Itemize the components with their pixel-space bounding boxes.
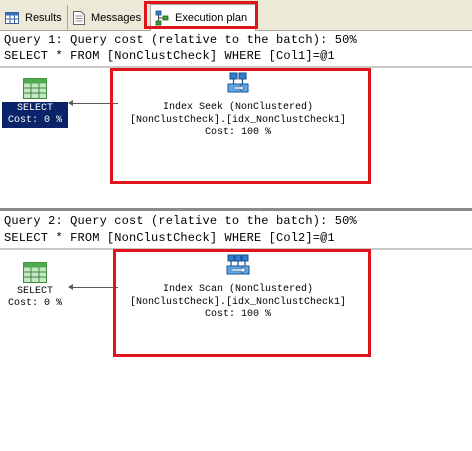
query-1-index-seek-node[interactable]: Index Seek (NonClustered) [NonClustCheck… bbox=[108, 72, 368, 140]
tab-results-label: Results bbox=[25, 11, 62, 24]
query-1-cost-line: Query 1: Query cost (relative to the bat… bbox=[4, 33, 357, 47]
select-operator-icon bbox=[0, 262, 70, 283]
query-2-select-label: SELECT bbox=[16, 286, 53, 297]
query-2-operator-cost: Cost: 100 % bbox=[204, 309, 271, 320]
execution-plan-icon bbox=[155, 10, 169, 26]
query-1-select-node[interactable]: SELECT Cost: 0 % bbox=[0, 78, 70, 128]
index-seek-icon bbox=[108, 72, 368, 94]
query-1-operator-name: Index Seek (NonClustered) bbox=[162, 102, 314, 113]
results-tab-bar: Results Messages Execution plan bbox=[0, 0, 472, 31]
query-1-header-divider bbox=[0, 66, 472, 68]
select-operator-icon bbox=[0, 78, 70, 99]
query-2-select-cost: Cost: 0 % bbox=[7, 298, 62, 309]
tab-execution-plan[interactable]: Execution plan bbox=[150, 4, 256, 31]
tab-messages-label: Messages bbox=[91, 11, 142, 24]
query-1-sql-line: SELECT * FROM [NonClustCheck] WHERE [Col… bbox=[4, 49, 335, 63]
tab-results[interactable]: Results bbox=[0, 5, 68, 30]
grid-icon bbox=[5, 11, 19, 24]
tab-execution-plan-label: Execution plan bbox=[175, 12, 248, 24]
query-pane-splitter[interactable] bbox=[0, 208, 472, 211]
query-2-select-node[interactable]: SELECT Cost: 0 % bbox=[0, 262, 70, 310]
query-2-operator-object: [NonClustCheck].[idx_NonClustCheck1] bbox=[129, 296, 347, 308]
query-2-header-divider bbox=[0, 248, 472, 250]
tab-messages[interactable]: Messages bbox=[68, 5, 144, 30]
messages-icon bbox=[73, 10, 85, 25]
query-2-sql-line: SELECT * FROM [NonClustCheck] WHERE [Col… bbox=[4, 231, 335, 245]
query-1-operator-object: [NonClustCheck].[idx_NonClustCheck1] bbox=[129, 114, 347, 126]
query-2-cost-line: Query 2: Query cost (relative to the bat… bbox=[4, 214, 357, 228]
query-1-operator-cost: Cost: 100 % bbox=[204, 127, 271, 138]
query-2-index-scan-node[interactable]: Index Scan (NonClustered) [NonClustCheck… bbox=[108, 254, 368, 322]
query-1-select-cost: Cost: 0 % bbox=[7, 115, 62, 126]
index-scan-icon bbox=[108, 254, 368, 276]
query-2-operator-name: Index Scan (NonClustered) bbox=[162, 284, 314, 295]
query-1-select-label: SELECT bbox=[16, 103, 53, 114]
query-1-select-label-selected: SELECT Cost: 0 % bbox=[2, 102, 68, 128]
